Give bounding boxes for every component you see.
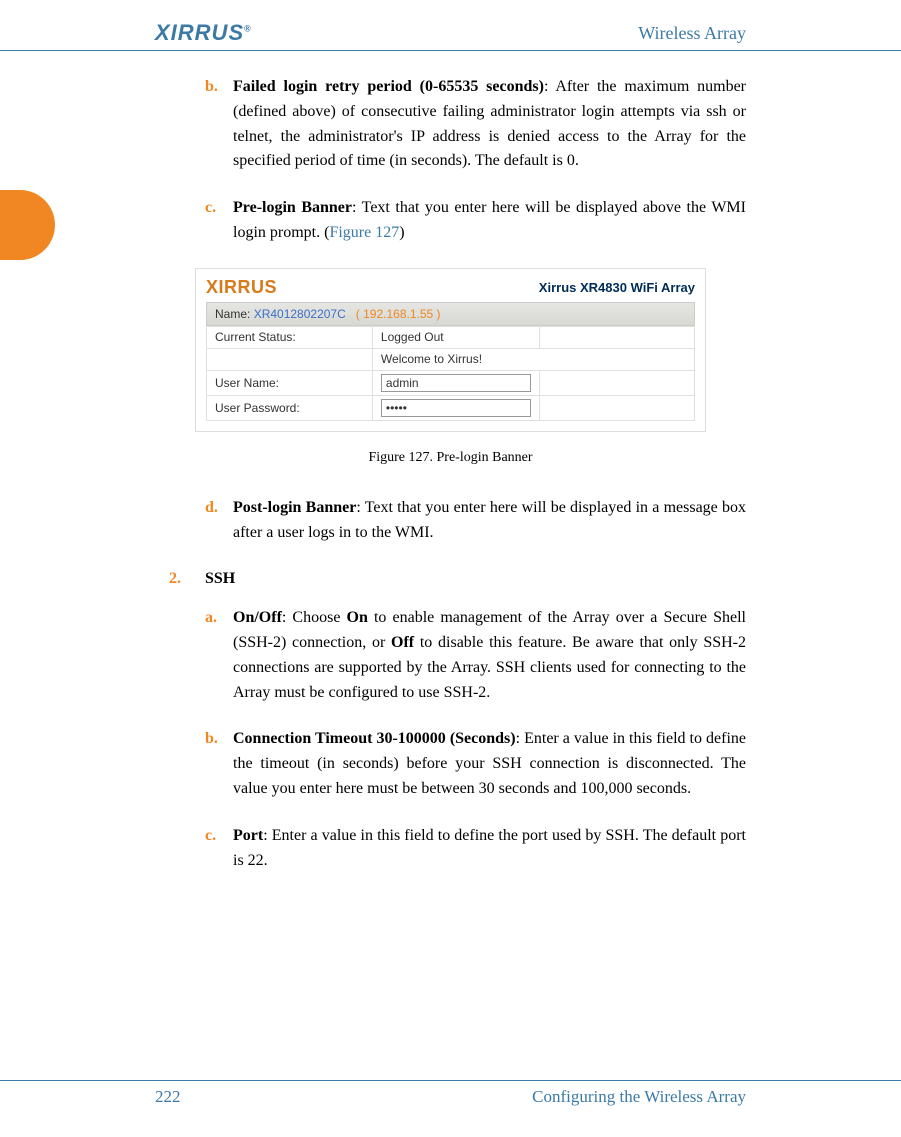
login-table: Current Status: Logged Out Welcome to Xi… [206,326,695,421]
username-input[interactable]: admin [381,374,531,392]
list-item-c2: c. Port: Enter a value in this field to … [205,824,746,874]
item-text: Pre-login Banner: Text that you enter he… [233,196,746,246]
list-item-c: c. Pre-login Banner: Text that you enter… [205,196,746,246]
brand-logo-icon: XIRRUS® [155,20,252,46]
password-label: User Password: [207,395,373,420]
item-text: Post-login Banner: Text that you enter h… [233,496,746,546]
marker: c. [205,196,233,246]
item-text: On/Off: Choose On to enable management o… [233,606,746,705]
table-row: User Password: ••••• [207,395,695,420]
item-text: Failed login retry period (0-65535 secon… [233,75,746,174]
item-text: SSH [205,567,746,592]
marker: a. [205,606,233,705]
item-text: Connection Timeout 30-100000 (Seconds): … [233,727,746,801]
marker: c. [205,824,233,874]
marker: d. [205,496,233,546]
banner-value: Welcome to Xirrus! [372,348,694,370]
page-header: XIRRUS® Wireless Array [0,20,901,51]
screenshot-logo-icon: XIRRUS [206,277,277,298]
status-label: Current Status: [207,326,373,348]
item-text: Port: Enter a value in this field to def… [233,824,746,874]
list-item-b: b. Failed login retry period (0-65535 se… [205,75,746,174]
screenshot-model: Xirrus XR4830 WiFi Array [539,280,695,295]
body-content: b. Failed login retry period (0-65535 se… [0,75,901,873]
figure-caption: Figure 127. Pre-login Banner [195,450,706,466]
figure-link[interactable]: Figure 127 [329,224,399,241]
table-row: Current Status: Logged Out [207,326,695,348]
table-row: Welcome to Xirrus! [207,348,695,370]
list-item-b2: b. Connection Timeout 30-100000 (Seconds… [205,727,746,801]
header-title: Wireless Array [638,23,746,44]
footer-section: Configuring the Wireless Array [532,1087,746,1107]
list-item-d: d. Post-login Banner: Text that you ente… [205,496,746,546]
table-row: User Name: admin [207,370,695,395]
page-number: 222 [155,1087,181,1107]
screenshot-name-bar: Name: XR4012802207C ( 192.168.1.55 ) [206,302,695,326]
marker: b. [205,727,233,801]
figure-127: XIRRUS Xirrus XR4830 WiFi Array Name: XR… [195,268,706,466]
login-screenshot: XIRRUS Xirrus XR4830 WiFi Array Name: XR… [195,268,706,432]
list-item-a2: a. On/Off: Choose On to enable managemen… [205,606,746,705]
status-value: Logged Out [372,326,539,348]
password-input[interactable]: ••••• [381,399,531,417]
page-footer: 222 Configuring the Wireless Array [0,1080,901,1107]
marker: b. [205,75,233,174]
marker: 2. [169,567,205,592]
username-label: User Name: [207,370,373,395]
list-item-2: 2. SSH [169,567,746,592]
